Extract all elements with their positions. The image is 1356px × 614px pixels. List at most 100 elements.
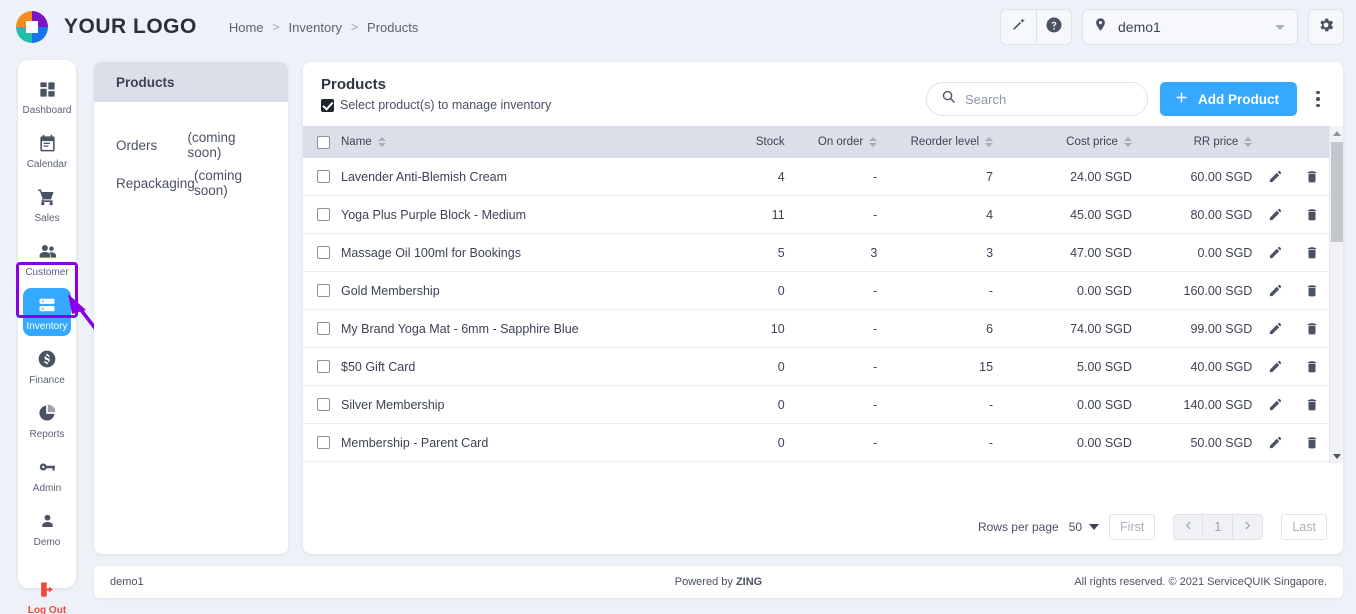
footer-brand: ZING: [735, 576, 763, 588]
subnav-item-orders[interactable]: Orders (coming soon): [94, 126, 288, 164]
subnav-item-repackaging[interactable]: Repackaging (coming soon): [94, 164, 288, 202]
table-row[interactable]: Lavender Anti-Blemish Cream 4 - 7 24.00 SGD 6…: [303, 158, 1343, 196]
row-checkbox[interactable]: [317, 208, 330, 221]
chevron-down-icon: [1089, 524, 1100, 530]
table-row[interactable]: Yoga Plus Purple Block - Medium 11 - 4 45.00…: [303, 196, 1343, 234]
row-checkbox[interactable]: [317, 246, 330, 259]
sidebar-item-finance[interactable]: Finance: [23, 342, 71, 390]
rows-per-page-select[interactable]: 50: [1068, 520, 1100, 534]
breadcrumb-item-inventory[interactable]: Inventory: [289, 20, 342, 35]
subnav-item-products[interactable]: Products: [94, 62, 288, 102]
row-checkbox[interactable]: [317, 170, 330, 183]
page-footer: demo1 Powered by ZING All rights reserve…: [94, 566, 1343, 598]
column-header-cost-price[interactable]: Cost price: [993, 136, 1132, 148]
table-row[interactable]: $50 Gift Card 0 - 15 5.00 SGD 40.00 SGD: [303, 348, 1343, 386]
people-icon: [37, 240, 58, 262]
trash-icon[interactable]: [1305, 321, 1319, 336]
sort-toggle-rr-price[interactable]: [1244, 137, 1253, 147]
pencil-icon[interactable]: [1268, 245, 1283, 260]
table-row[interactable]: My Brand Yoga Mat - 6mm - Sapphire Blue 1…: [303, 310, 1343, 348]
cell-cost-price: 5.00 SGD: [1077, 359, 1132, 374]
sidebar-item-admin[interactable]: Admin: [23, 450, 71, 498]
trash-icon[interactable]: [1305, 207, 1319, 222]
cell-stock: 4: [777, 169, 785, 184]
search-input[interactable]: [965, 91, 1135, 107]
pencil-icon[interactable]: [1268, 321, 1283, 336]
row-checkbox[interactable]: [317, 322, 330, 335]
search-box[interactable]: [926, 82, 1148, 116]
column-header-name[interactable]: Name: [317, 135, 687, 149]
trash-icon[interactable]: [1305, 283, 1319, 298]
calendar-icon: [38, 132, 57, 154]
more-vertical-icon[interactable]: [1309, 84, 1327, 114]
sidebar-item-reports[interactable]: Reports: [23, 396, 71, 444]
table-row[interactable]: Massage Oil 100ml for Bookings 5 3 3 47.00 S…: [303, 234, 1343, 272]
row-checkbox[interactable]: [317, 284, 330, 297]
page-controls: 1: [1173, 514, 1264, 540]
chevron-right-icon: [1242, 519, 1253, 535]
pencil-icon[interactable]: [1268, 435, 1283, 450]
logo[interactable]: YOUR LOGO: [12, 7, 197, 47]
sidebar-item-demo[interactable]: Demo: [23, 504, 71, 552]
table-row[interactable]: Gold Membership 0 - - 0.00 SGD 160.00 SGD: [303, 272, 1343, 310]
sidebar-item-customer[interactable]: Customer: [23, 234, 71, 282]
add-product-button[interactable]: Add Product: [1160, 82, 1297, 116]
scroll-down-button[interactable]: [1330, 449, 1343, 463]
column-header-on-order[interactable]: On order: [785, 136, 878, 148]
column-header-reorder-level[interactable]: Reorder level: [877, 136, 994, 148]
row-checkbox[interactable]: [317, 398, 330, 411]
cell-reorder-level: 4: [986, 207, 994, 222]
pencil-icon[interactable]: [1268, 283, 1283, 298]
trash-icon[interactable]: [1305, 169, 1319, 184]
sidebar-item-calendar[interactable]: Calendar: [23, 126, 71, 174]
table-row[interactable]: Silver Membership 0 - - 0.00 SGD 140.00 SGD: [303, 386, 1343, 424]
pencil-icon[interactable]: [1268, 169, 1283, 184]
row-checkbox[interactable]: [317, 436, 330, 449]
sort-toggle-name[interactable]: [377, 137, 386, 147]
sidebar-item-logout[interactable]: Log Out: [23, 572, 71, 614]
next-page-button[interactable]: [1233, 514, 1264, 540]
magic-wand-button[interactable]: [1001, 10, 1036, 44]
trash-icon[interactable]: [1305, 435, 1319, 450]
settings-button[interactable]: [1308, 9, 1344, 45]
cell-rr-price: 140.00 SGD: [1183, 397, 1253, 412]
breadcrumb-item-home[interactable]: Home: [229, 20, 264, 35]
cell-on-order: -: [873, 207, 878, 222]
chevron-down-icon: [1333, 453, 1341, 459]
select-products-checkbox[interactable]: [321, 98, 334, 112]
pencil-icon[interactable]: [1268, 397, 1283, 412]
sort-toggle-cost-price[interactable]: [1123, 137, 1132, 147]
sidebar-label: Demo: [33, 537, 61, 548]
rows-per-page-value: 50: [1068, 520, 1083, 534]
scrollbar-thumb[interactable]: [1331, 142, 1343, 242]
column-header-rr-price[interactable]: RR price: [1132, 136, 1253, 148]
sort-toggle-reorder-level[interactable]: [985, 137, 994, 147]
pencil-icon[interactable]: [1268, 359, 1283, 374]
table-row[interactable]: Membership - Parent Card 0 - - 0.00 SGD 50.00…: [303, 424, 1343, 462]
table-scrollbar[interactable]: [1329, 126, 1343, 463]
sidebar-item-sales[interactable]: Sales: [23, 180, 71, 228]
location-select[interactable]: demo1: [1082, 9, 1298, 45]
current-page-number[interactable]: 1: [1203, 514, 1234, 540]
trash-icon[interactable]: [1305, 359, 1319, 374]
cell-stock: 5: [777, 245, 785, 260]
pencil-icon[interactable]: [1268, 207, 1283, 222]
prev-page-button[interactable]: [1173, 514, 1204, 540]
select-all-checkbox[interactable]: [317, 135, 330, 149]
cell-rr-price: 80.00 SGD: [1190, 207, 1253, 222]
sort-toggle-on-order[interactable]: [869, 137, 878, 147]
scroll-up-button[interactable]: [1330, 126, 1343, 140]
sidebar-item-inventory[interactable]: Inventory: [23, 288, 71, 336]
trash-icon[interactable]: [1305, 397, 1319, 412]
column-header-stock[interactable]: Stock: [687, 136, 785, 148]
sidebar-item-dashboard[interactable]: Dashboard: [23, 72, 71, 120]
subnav-note: (coming soon): [194, 168, 243, 198]
last-page-button[interactable]: Last: [1281, 514, 1327, 540]
breadcrumb: Home > Inventory > Products: [229, 20, 419, 35]
first-page-button[interactable]: First: [1109, 514, 1156, 540]
row-checkbox[interactable]: [317, 360, 330, 373]
help-button[interactable]: [1036, 10, 1071, 44]
trash-icon[interactable]: [1305, 245, 1319, 260]
cell-cost-price: 0.00 SGD: [1077, 283, 1132, 298]
breadcrumb-item-products[interactable]: Products: [367, 20, 418, 35]
